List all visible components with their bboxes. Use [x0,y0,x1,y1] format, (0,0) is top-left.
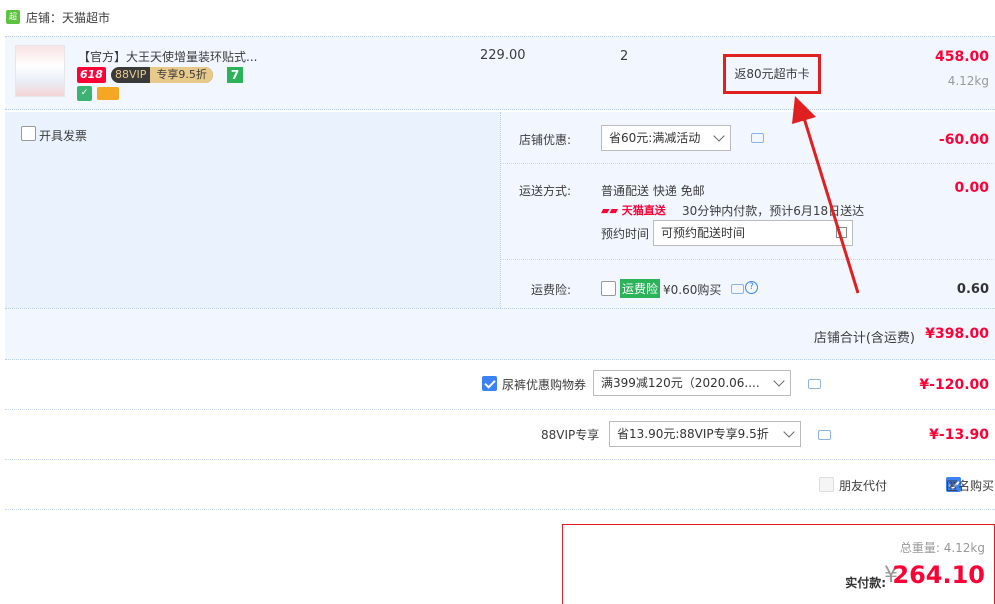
insurance-checkbox[interactable] [601,281,616,296]
coupon-checkbox[interactable] [482,376,497,391]
chevron-down-icon [783,426,795,438]
vip-exclusive-amount: ¥-13.90 [929,427,989,443]
quantity: 2 [620,49,629,64]
message-icon[interactable] [731,284,744,294]
insurance-label: 运费险: [530,283,571,297]
unit-price: 229.00 [480,48,526,63]
shop-name[interactable]: 店铺：天猫超市 [26,9,110,26]
insurance-amount: 0.60 [956,282,989,297]
delivery-eta: 30分钟内付款，预计6月18日送达 [682,204,865,218]
item-weight: 4.12kg [947,74,989,88]
friend-pay-label[interactable]: 朋友代付 [839,477,887,494]
coupon-label: 尿裤优惠购物券 [502,378,587,392]
anonymous-label[interactable]: 匿名购买 [946,477,994,494]
product-thumbnail[interactable] [15,45,65,97]
rebate-annotation: 返80元超市卡 [723,54,821,94]
vip-discount-text: 专享9.5折 [150,67,213,83]
guarantee-icon: ✓ [77,86,92,101]
coupon-value: 满399减120元（2020.06.... [601,376,760,390]
vip-exclusive-value: 省13.90元:88VIP专享9.5折 [617,427,769,441]
shop-header: 超市 店铺：天猫超市 [0,0,995,36]
product-title-link[interactable]: 【官方】大王天使增量装环贴式... [78,48,268,65]
chevron-down-icon [773,375,785,387]
insurance-price: ¥0.60购买 [663,283,722,297]
shop-options-area: 开具发票 店铺优惠: 省60元:满减活动 -60.00 运送方式: 普通配送 快… [5,112,995,308]
schedule-label: 预约时间 [601,227,650,241]
shop-total-amount: ¥398.00 [925,326,989,342]
delivery-method: 普通配送 快递 免邮 [601,184,705,198]
card-icon [97,87,119,100]
help-icon[interactable]: ? [745,281,758,294]
shop-discount-value: 省60元:满减活动 [609,131,701,145]
delivery-label: 运送方式: [518,184,571,198]
shop-discount-select[interactable]: 省60元:满减活动 [601,125,731,151]
divider [5,409,995,410]
friend-pay-checkbox[interactable] [819,477,834,492]
coupon-amount: ¥-120.00 [919,377,989,393]
tmall-direct-badge: ▰▰ 天猫直送 [601,204,666,217]
message-icon[interactable] [751,133,764,143]
total-payment: 264.10 [892,561,985,589]
chevron-down-icon [713,130,725,142]
divider [501,259,995,260]
shop-discount-label: 店铺优惠: [518,133,571,147]
schedule-time-input[interactable]: 可预约配送时间 [653,220,853,246]
calendar-icon[interactable] [836,227,847,238]
shop-options-panel: 店铺优惠: 省60元:满减活动 -60.00 运送方式: 普通配送 快递 免邮 … [500,112,995,308]
coupon-select[interactable]: 满399减120元（2020.06.... [593,370,791,396]
tmall-icon: ▰▰ [601,204,622,217]
invoice-label[interactable]: 开具发票 [39,127,87,144]
vip-exclusive-label: 88VIP专享 [541,428,600,442]
delivery-amount: 0.00 [954,180,989,196]
vip-label: 88VIP [115,68,147,81]
divider [501,163,995,164]
promo-618-badge: 618 [77,67,106,83]
shop-total-row: 店铺合计(含运费) ¥398.00 [5,308,995,360]
total-weight: 总重量: 4.12kg [899,541,985,555]
invoice-checkbox[interactable] [21,126,36,141]
schedule-time-value: 可预约配送时间 [661,226,746,240]
divider [5,509,995,510]
order-item-row: 【官方】大王天使增量装环贴式... 618 88VIP 专享9.5折 7 ✓ 2… [5,36,995,110]
seven-day-return-icon: 7 [227,67,243,83]
item-subtotal: 458.00 [934,49,989,65]
insurance-badge: 运费险 [620,279,661,298]
vip-exclusive-select[interactable]: 省13.90元:88VIP专享9.5折 [609,421,801,447]
order-summary-box: 总重量: 4.12kg 实付款: ¥ 264.10 [562,524,995,604]
shop-total-label: 店铺合计(含运费) [813,331,915,346]
shop-discount-amount: -60.00 [938,132,989,148]
pay-label: 实付款: [845,576,886,590]
tmall-supermarket-icon: 超市 [6,10,20,35]
message-icon[interactable] [818,430,831,440]
vip-discount-badge: 88VIP 专享9.5折 [111,67,213,83]
message-icon[interactable] [808,379,821,389]
divider [5,459,995,460]
